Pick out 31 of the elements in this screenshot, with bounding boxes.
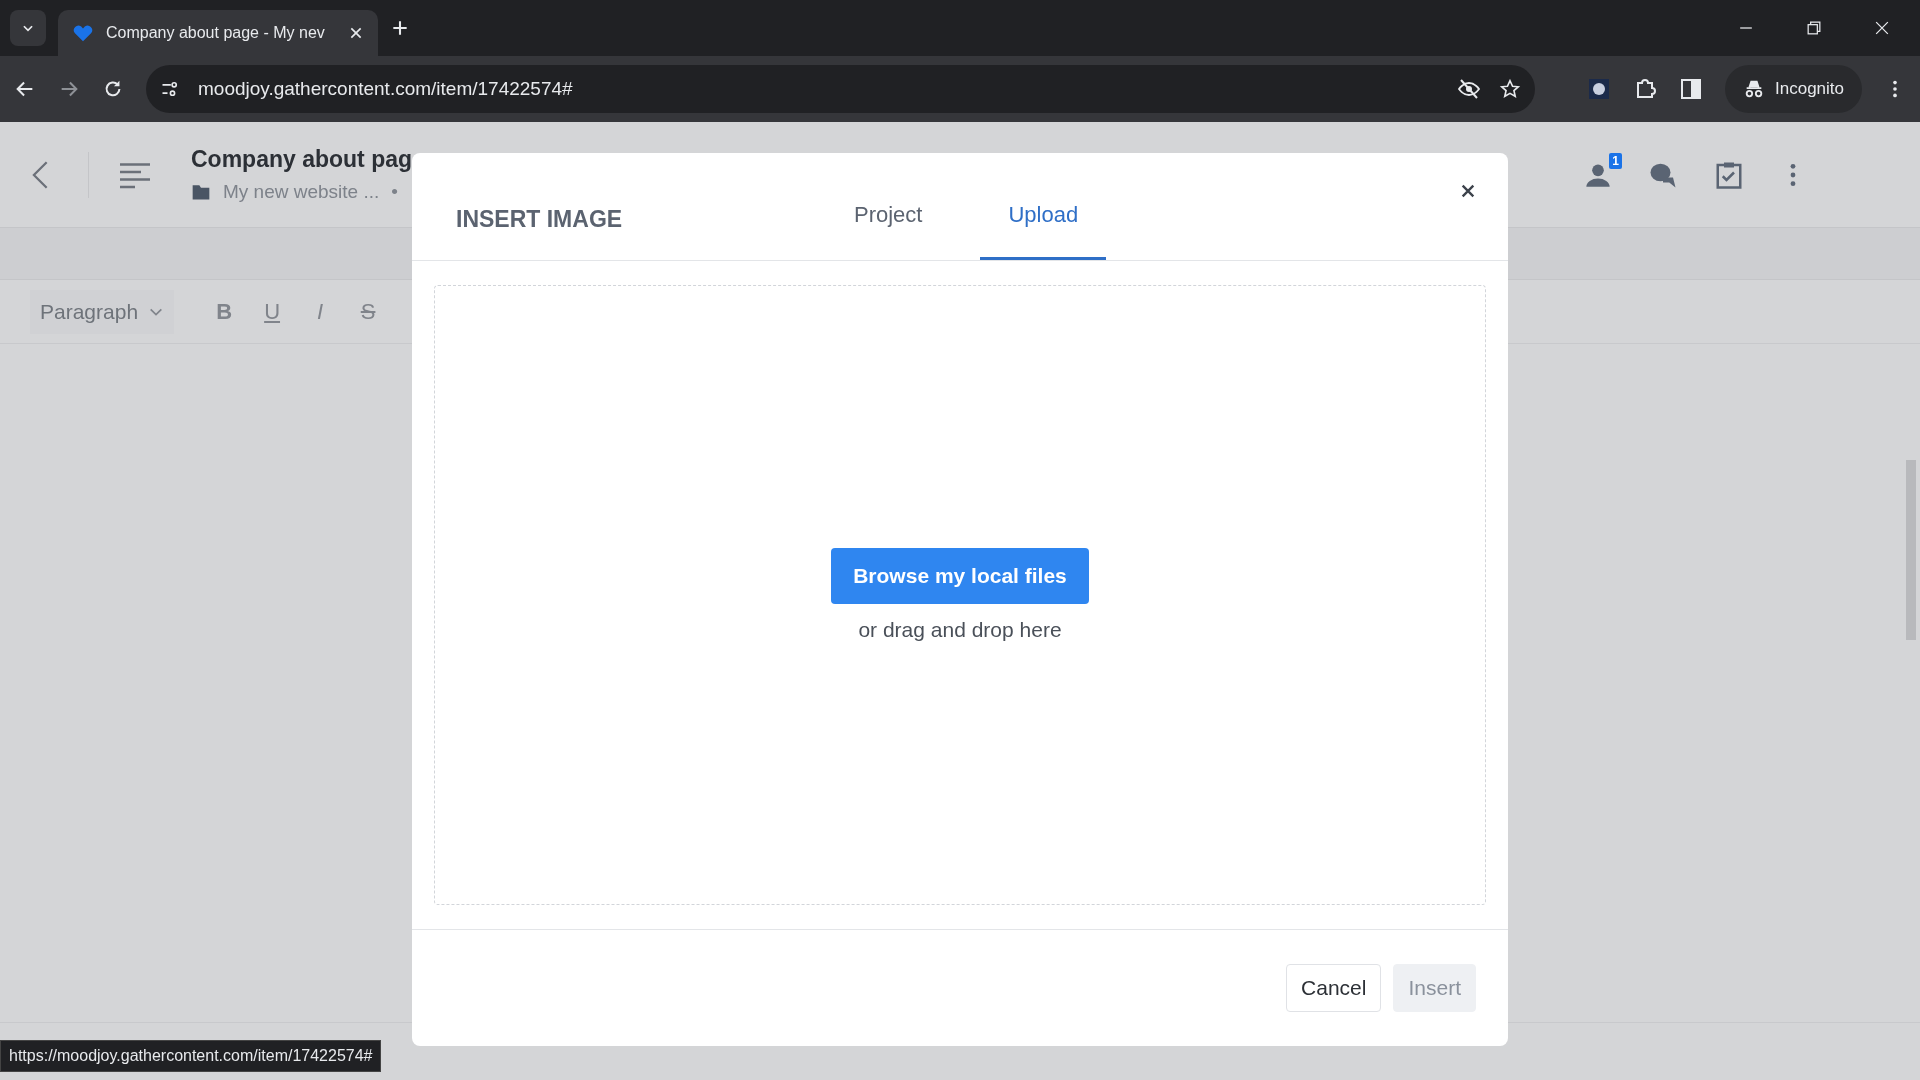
dialog-title: INSERT IMAGE [456, 205, 624, 233]
strike-button[interactable]: S [356, 298, 381, 325]
folder-icon [191, 182, 211, 202]
browse-button[interactable]: Browse my local files [831, 547, 1089, 604]
plus-icon[interactable] [390, 18, 410, 38]
drop-zone[interactable]: Browse my local files or drag and drop here [434, 284, 1486, 905]
close-icon[interactable] [348, 25, 364, 41]
separator-dot: • [391, 181, 398, 203]
drop-hint: or drag and drop here [858, 617, 1062, 642]
underline-button[interactable]: U [260, 298, 285, 325]
page-title: Company about pag [191, 146, 413, 173]
site-settings-icon[interactable] [160, 79, 180, 99]
notification-badge: 1 [1609, 152, 1622, 169]
tab-title: Company about page - My nev [106, 24, 326, 42]
dialog-tab[interactable]: Project [826, 173, 951, 260]
side-panel-icon[interactable] [1679, 77, 1703, 101]
profile-label: Incognito [1775, 79, 1844, 99]
browser-tab[interactable]: Company about page - My nev [58, 10, 378, 56]
incognito-badge[interactable]: Incognito [1725, 65, 1862, 113]
dialog-button[interactable]: Cancel [1286, 963, 1382, 1012]
dialog-tab[interactable]: Upload [980, 173, 1107, 260]
close-icon[interactable] [1460, 183, 1476, 199]
bold-button[interactable]: B [212, 298, 237, 325]
style-dropdown[interactable]: Paragraph [30, 289, 175, 334]
status-url: https://moodjoy.gathercontent.com/item/17422574# [0, 1040, 382, 1072]
italic-button[interactable]: I [308, 298, 333, 325]
extension-icon[interactable] [1587, 77, 1611, 101]
star-icon[interactable] [1499, 78, 1521, 100]
incognito-icon [1743, 78, 1765, 100]
breadcrumb-link[interactable]: My new website ... [223, 181, 380, 203]
eye-slash-icon[interactable] [1457, 77, 1481, 101]
